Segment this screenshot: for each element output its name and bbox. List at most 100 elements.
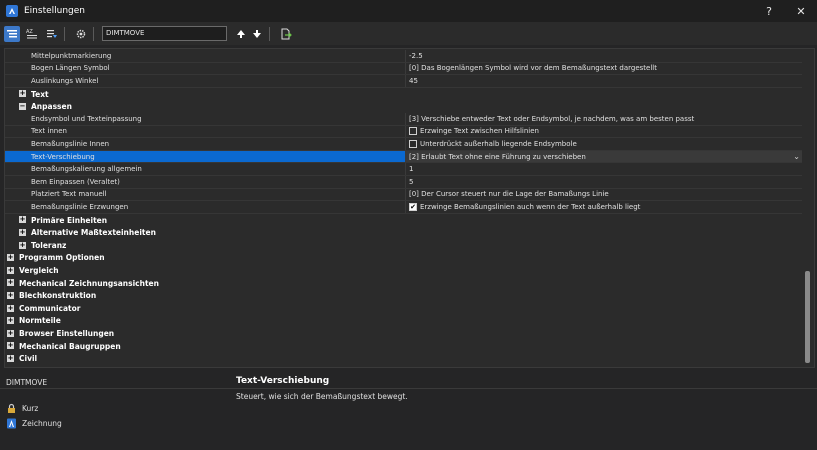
property-name: Platziert Text manuell	[31, 190, 107, 199]
export-document-icon	[281, 28, 292, 39]
property-value-text: 45	[409, 76, 418, 85]
group-label: Mechanical Zeichnungsansichten	[19, 278, 159, 288]
property-row[interactable]: Mittelpunktmarkierung -2.5	[5, 50, 802, 63]
help-button[interactable]: ?	[752, 0, 786, 22]
filter-button[interactable]	[44, 26, 60, 42]
property-row[interactable]: Bemaßungslinie Innen Unterdrückt außerhal…	[5, 138, 802, 151]
property-name: Text-Verschiebung	[31, 152, 95, 161]
property-value-text: Erzwinge Bemaßungslinien auch wenn der T…	[420, 202, 641, 211]
expand-icon[interactable]: +	[19, 241, 26, 249]
sort-alphabetical-button[interactable]: AZ	[24, 26, 40, 42]
property-grid: Mittelpunktmarkierung -2.5 Bogen Längen Sy…	[4, 48, 815, 368]
lock-icon	[8, 403, 15, 413]
property-group[interactable]: + Normteile	[5, 315, 802, 328]
vertical-scrollbar[interactable]	[802, 49, 813, 367]
property-group[interactable]: + Alternative Maßtexteinheiten	[5, 226, 802, 239]
property-value[interactable]: Erzwinge Text zwischen Hilfslinien	[405, 125, 802, 138]
property-value-text: Erzwinge Text zwischen Hilfslinien	[420, 127, 539, 136]
group-label: Civil	[19, 354, 38, 364]
next-result-button[interactable]	[249, 26, 265, 42]
property-row[interactable]: Bogen Längen Symbol [0] Das Bogenlängen S…	[5, 62, 802, 76]
previous-result-button[interactable]	[233, 26, 249, 42]
info-area: DIMTMOVE Text-Verschiebung Steuert, wie …	[0, 370, 817, 450]
search-input[interactable]	[102, 26, 227, 41]
settings-window: Einstellungen ? ✕ AZ Mittelpunktmark	[0, 0, 817, 450]
property-group[interactable]: + Civil	[5, 352, 802, 365]
property-group[interactable]: + Text	[5, 88, 802, 101]
property-group[interactable]: + Mechanical Baugruppen	[5, 340, 802, 353]
property-row[interactable]: Bemaßungskalierung allgemein 1	[5, 163, 802, 176]
filter-list-icon	[47, 29, 57, 38]
property-value[interactable]: Unterdrückt außerhalb liegende Endsymbol…	[405, 138, 802, 150]
toolbar-separator	[64, 26, 65, 41]
group-label: Mechanical Baugruppen	[19, 341, 121, 351]
expand-icon[interactable]: +	[7, 329, 14, 337]
group-label: Communicator	[19, 303, 81, 313]
nav-item-kurz[interactable]: Kurz	[6, 403, 38, 414]
property-value[interactable]: -2.5	[405, 50, 802, 62]
description-title: Text-Verschiebung	[236, 376, 330, 386]
property-value[interactable]: 5	[405, 176, 802, 188]
expand-icon[interactable]: +	[7, 354, 14, 362]
app-logo-icon	[6, 5, 18, 17]
property-name: Bemaßungslinie Innen	[31, 139, 110, 148]
property-row[interactable]: Bemaßungslinie Erzwungen ✔ Erzwinge Bemaßu…	[5, 201, 802, 214]
toolbar: AZ	[0, 22, 817, 45]
property-group[interactable]: + Programm Optionen	[5, 252, 802, 265]
property-group[interactable]: + Blechkonstruktion	[5, 289, 802, 302]
property-value[interactable]: [0] Der Cursor steuert nur die Lage der …	[405, 188, 802, 201]
close-button[interactable]: ✕	[784, 0, 817, 22]
scrollbar-thumb[interactable]	[805, 271, 810, 363]
expand-icon[interactable]: +	[19, 228, 26, 236]
expand-icon[interactable]: +	[19, 216, 26, 224]
property-row[interactable]: Endsymbol und Texteinpassung [3] Verschie…	[5, 113, 802, 126]
group-label: Normteile	[19, 316, 61, 326]
property-group[interactable]: + Toleranz	[5, 239, 802, 252]
property-group[interactable]: + Browser Einstellungen	[5, 327, 802, 340]
property-value[interactable]: 45	[405, 75, 802, 87]
property-row[interactable]: Bem Einpassen (Veraltet) 5	[5, 176, 802, 189]
property-value-text: Unterdrückt außerhalb liegende Endsymbol…	[420, 139, 577, 148]
property-value[interactable]: [3] Verschiebe entweder Text oder Endsym…	[405, 113, 802, 125]
dropdown-arrow-icon[interactable]: ⌄	[793, 152, 800, 161]
property-row[interactable]: Text innen Erzwinge Text zwischen Hilfsli…	[5, 125, 802, 139]
group-label: Toleranz	[31, 240, 67, 250]
expand-icon[interactable]: +	[7, 317, 14, 325]
checkbox[interactable]	[409, 139, 417, 148]
expand-icon[interactable]: +	[7, 291, 14, 299]
property-group[interactable]: − Anpassen	[5, 100, 802, 113]
settings-button[interactable]	[73, 26, 89, 42]
property-group[interactable]: + Mechanical Zeichnungsansichten	[5, 277, 802, 290]
property-group[interactable]: + Communicator	[5, 302, 802, 315]
property-value[interactable]: [0] Das Bogenlängen Symbol wird vor dem …	[405, 62, 802, 75]
property-group[interactable]: + Primäre Einheiten	[5, 214, 802, 227]
gear-icon	[76, 29, 86, 38]
collapse-icon[interactable]: −	[19, 102, 26, 110]
property-row[interactable]: Text-Verschiebung [2] Erlaubt Text ohne e…	[5, 150, 802, 164]
expand-icon[interactable]: +	[7, 254, 14, 262]
property-row[interactable]: Auslinkungs Winkel 45	[5, 75, 802, 88]
property-row[interactable]: Platziert Text manuell [0] Der Cursor ste…	[5, 188, 802, 202]
categorized-view-button[interactable]	[4, 25, 20, 42]
property-group[interactable]: + Vergleich	[5, 264, 802, 277]
property-value[interactable]: ✔ Erzwinge Bemaßungslinien auch wenn der …	[405, 201, 802, 213]
svg-text:AZ: AZ	[26, 29, 33, 35]
expand-icon[interactable]: +	[7, 279, 14, 287]
checkbox[interactable]: ✔	[409, 202, 417, 211]
nav-item-zeichnung[interactable]: Zeichnung	[6, 418, 62, 429]
group-label: Alternative Maßtexteinheiten	[31, 228, 156, 238]
group-label: Blechkonstruktion	[19, 291, 97, 301]
expand-icon[interactable]: +	[19, 90, 26, 98]
expand-icon[interactable]: +	[7, 304, 14, 312]
group-label: Anpassen	[31, 102, 72, 112]
checkbox[interactable]	[409, 127, 417, 136]
drawing-icon	[7, 418, 16, 429]
property-value[interactable]: [2] Erlaubt Text ohne eine Führung zu ve…	[405, 150, 802, 163]
export-button[interactable]	[278, 26, 294, 42]
sort-az-icon: AZ	[26, 29, 37, 38]
property-value[interactable]: 1	[405, 163, 802, 175]
expand-icon[interactable]: +	[7, 266, 14, 274]
expand-icon[interactable]: +	[7, 342, 14, 350]
nav-item-label: Zeichnung	[22, 419, 62, 428]
group-label: Vergleich	[19, 265, 59, 275]
